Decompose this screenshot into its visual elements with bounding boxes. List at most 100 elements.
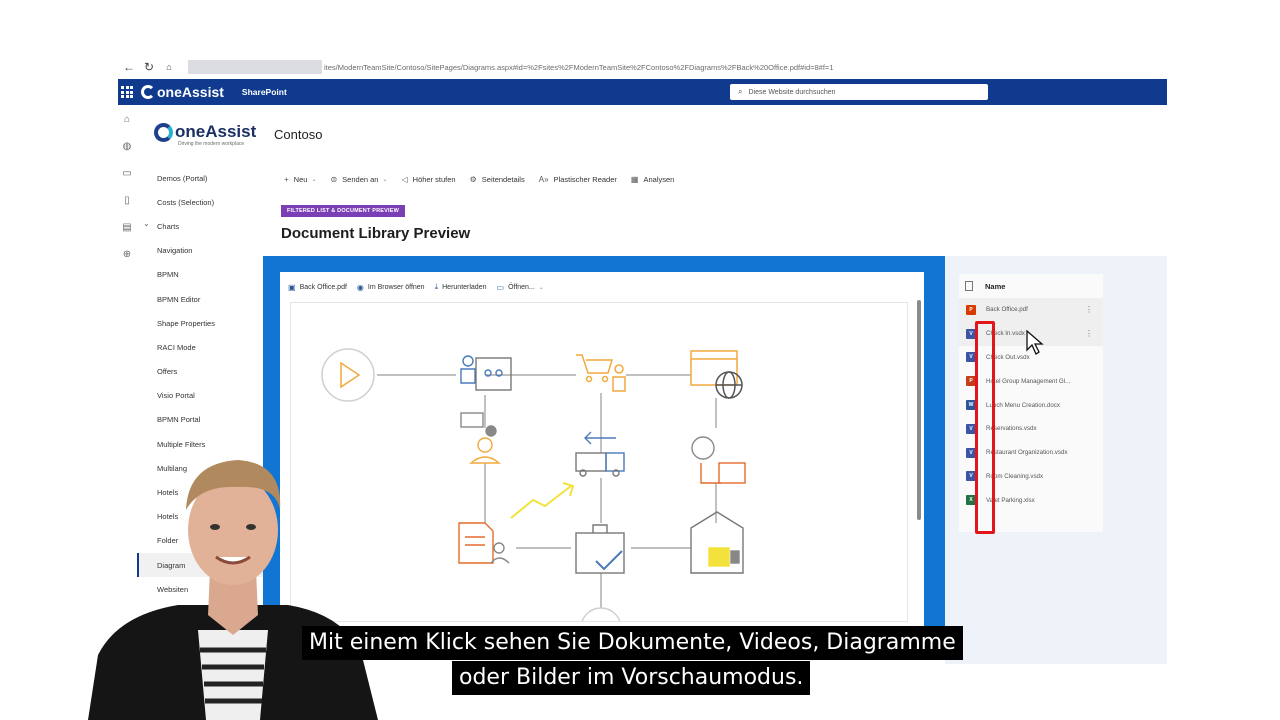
browser-toolbar: ← ↻ ⌂ ites/ModernTeamSite/Contoso/SitePa…	[118, 55, 1167, 79]
chevron-down-icon: ⌄	[382, 176, 388, 183]
web-browser-globe-icon	[690, 350, 743, 399]
file-name: Lunch Menu Creation.docx	[986, 401, 1060, 409]
promote-label: Höher stufen	[412, 174, 456, 184]
nav-item-shape-properties[interactable]: Shape Properties	[137, 311, 263, 335]
reload-icon[interactable]: ↻	[140, 58, 158, 76]
open-in-browser-button[interactable]: ◉ Im Browser öffnen	[357, 283, 425, 292]
warehouse-forklift-icon	[690, 511, 744, 574]
analytics-button[interactable]: ▦ Analysen	[631, 175, 674, 184]
reader-icon: A»	[538, 174, 549, 184]
nav-item-costs-selection[interactable]: Costs (Selection)	[137, 190, 263, 214]
search-placeholder: Diese Website durchsuchen	[748, 88, 836, 96]
section-badge: FILTERED LIST & DOCUMENT PREVIEW	[281, 205, 406, 217]
send-to-label: Senden an	[342, 174, 379, 184]
nav-item-charts[interactable]: Charts	[137, 214, 263, 238]
add-icon[interactable]: ⊕	[121, 249, 133, 261]
open-in-browser-label: Im Browser öffnen	[367, 283, 425, 291]
page-details-button[interactable]: ⚙ Seitendetails	[470, 175, 525, 184]
preview-scrollbar[interactable]	[917, 300, 921, 520]
subtitle-line-2: oder Bilder im Vorschaumodus.	[452, 661, 811, 695]
address-bar-text: ites/ModernTeamSite/Contoso/SitePages/Di…	[324, 62, 834, 72]
news-icon[interactable]: ▭	[121, 168, 133, 180]
blurred-url-segment	[188, 60, 322, 74]
shopping-cart-icon	[576, 354, 626, 392]
more-options-icon[interactable]: ⋮	[1085, 305, 1093, 314]
suite-brand-text: oneAssist	[157, 84, 224, 100]
site-logo[interactable]: oneAssist Driving the modern workplace	[154, 122, 256, 147]
site-logo-word: oneAssist	[175, 122, 257, 141]
file-name-text: Back Office.pdf	[299, 283, 347, 291]
pdf-page[interactable]	[290, 302, 908, 622]
more-options-icon[interactable]: ⋮	[1085, 329, 1093, 338]
megaphone-icon: ◁	[401, 174, 408, 184]
process-diagram	[321, 348, 746, 621]
file-name-label: ▣ Back Office.pdf	[288, 283, 347, 292]
mouse-pointer-icon	[1026, 330, 1044, 355]
site-logo-tagline: Driving the modern workplace	[178, 141, 245, 147]
end-event-icon	[581, 607, 621, 621]
chevron-down-icon: ⌄	[311, 176, 317, 183]
lists-icon[interactable]: ▤	[121, 222, 133, 234]
start-event-icon	[321, 348, 375, 402]
nav-item-visio-portal[interactable]: Visio Portal	[137, 384, 263, 408]
file-name: Restaurant Organization.vsdx	[986, 449, 1068, 457]
file-name: Hotel Group Management Gl...	[986, 377, 1071, 385]
nav-item-bpmn-portal[interactable]: BPMN Portal	[137, 408, 263, 432]
suite-bar: oneAssist SharePoint ⌕ Diese Website dur…	[118, 79, 1167, 105]
nav-item-raci-mode[interactable]: RACI Mode	[137, 335, 263, 359]
page-title: Document Library Preview	[281, 225, 471, 242]
promote-button[interactable]: ◁ Höher stufen	[402, 175, 456, 184]
home-icon[interactable]: ⌂	[121, 114, 133, 126]
nav-item-navigation[interactable]: Navigation	[137, 239, 263, 263]
plus-icon: +	[284, 174, 289, 184]
site-title[interactable]: Contoso	[274, 127, 322, 142]
returns-icon	[691, 436, 746, 484]
send-icon: ⊜	[330, 174, 338, 184]
open-button[interactable]: ▭ Öffnen... ⌄	[497, 283, 544, 292]
address-bar[interactable]: ites/ModernTeamSite/Contoso/SitePages/Di…	[188, 60, 1088, 74]
preview-toolbar: ▣ Back Office.pdf ◉ Im Browser öffnen ⤓ …	[288, 280, 554, 294]
nav-item-bpmn[interactable]: BPMN	[137, 263, 263, 287]
globe-icon[interactable]: ◍	[121, 141, 133, 153]
column-header-label: Name	[985, 281, 1006, 291]
analytics-label: Analysen	[643, 174, 675, 184]
suite-brand[interactable]: oneAssist	[141, 84, 224, 100]
file-type-column-icon	[965, 281, 973, 291]
file-icon[interactable]: ▯	[121, 195, 133, 207]
file-list-panel: Name P Back Office.pdf ⋮ V Check In.vsdx…	[945, 256, 1167, 664]
nav-item-demos-portal[interactable]: Demos (Portal)	[137, 166, 263, 190]
open-label: Öffnen...	[508, 283, 535, 291]
column-header-name[interactable]: Name	[959, 274, 1103, 298]
sharepoint-link[interactable]: SharePoint	[242, 87, 287, 97]
package-check-icon	[575, 524, 625, 574]
delivery-truck-icon	[575, 431, 625, 477]
trend-arrow-icon	[510, 482, 575, 519]
back-arrow-icon[interactable]: ←	[120, 58, 138, 76]
nav-item-bpmn-editor[interactable]: BPMN Editor	[137, 287, 263, 311]
pdf-file-icon: P	[966, 304, 976, 315]
gear-icon: ⚙	[469, 174, 477, 184]
site-search-input[interactable]: ⌕ Diese Website durchsuchen	[730, 84, 988, 100]
file-row-back-office[interactable]: P Back Office.pdf ⋮	[959, 298, 1103, 322]
new-button[interactable]: + Neu ⌄	[284, 175, 316, 184]
lock-icon: ⌂	[166, 62, 172, 72]
eye-icon: ◉	[356, 282, 364, 292]
download-label: Herunterladen	[442, 283, 487, 291]
brand-logo-icon	[141, 85, 155, 99]
send-to-button[interactable]: ⊜ Senden an ⌄	[330, 175, 387, 184]
download-button[interactable]: ⤓ Herunterladen	[435, 282, 487, 292]
document-library-list: Name P Back Office.pdf ⋮ V Check In.vsdx…	[959, 274, 1103, 534]
chevron-down-icon: ⌄	[538, 284, 544, 291]
nav-item-offers[interactable]: Offers	[137, 360, 263, 384]
invoice-document-icon	[458, 522, 510, 564]
immersive-reader-button[interactable]: A» Plastischer Reader	[539, 175, 617, 184]
pdf-file-icon: ▣	[288, 282, 296, 292]
immersive-reader-label: Plastischer Reader	[553, 174, 617, 184]
app-launcher-icon[interactable]	[120, 85, 134, 99]
page-details-label: Seitendetails	[481, 174, 525, 184]
search-icon: ⌕	[738, 87, 743, 96]
presenter-icon	[460, 355, 512, 391]
file-name: Back Office.pdf	[986, 306, 1028, 314]
nav-item-multiple-filters[interactable]: Multiple Filters	[137, 432, 263, 456]
new-button-label: Neu	[293, 174, 308, 184]
